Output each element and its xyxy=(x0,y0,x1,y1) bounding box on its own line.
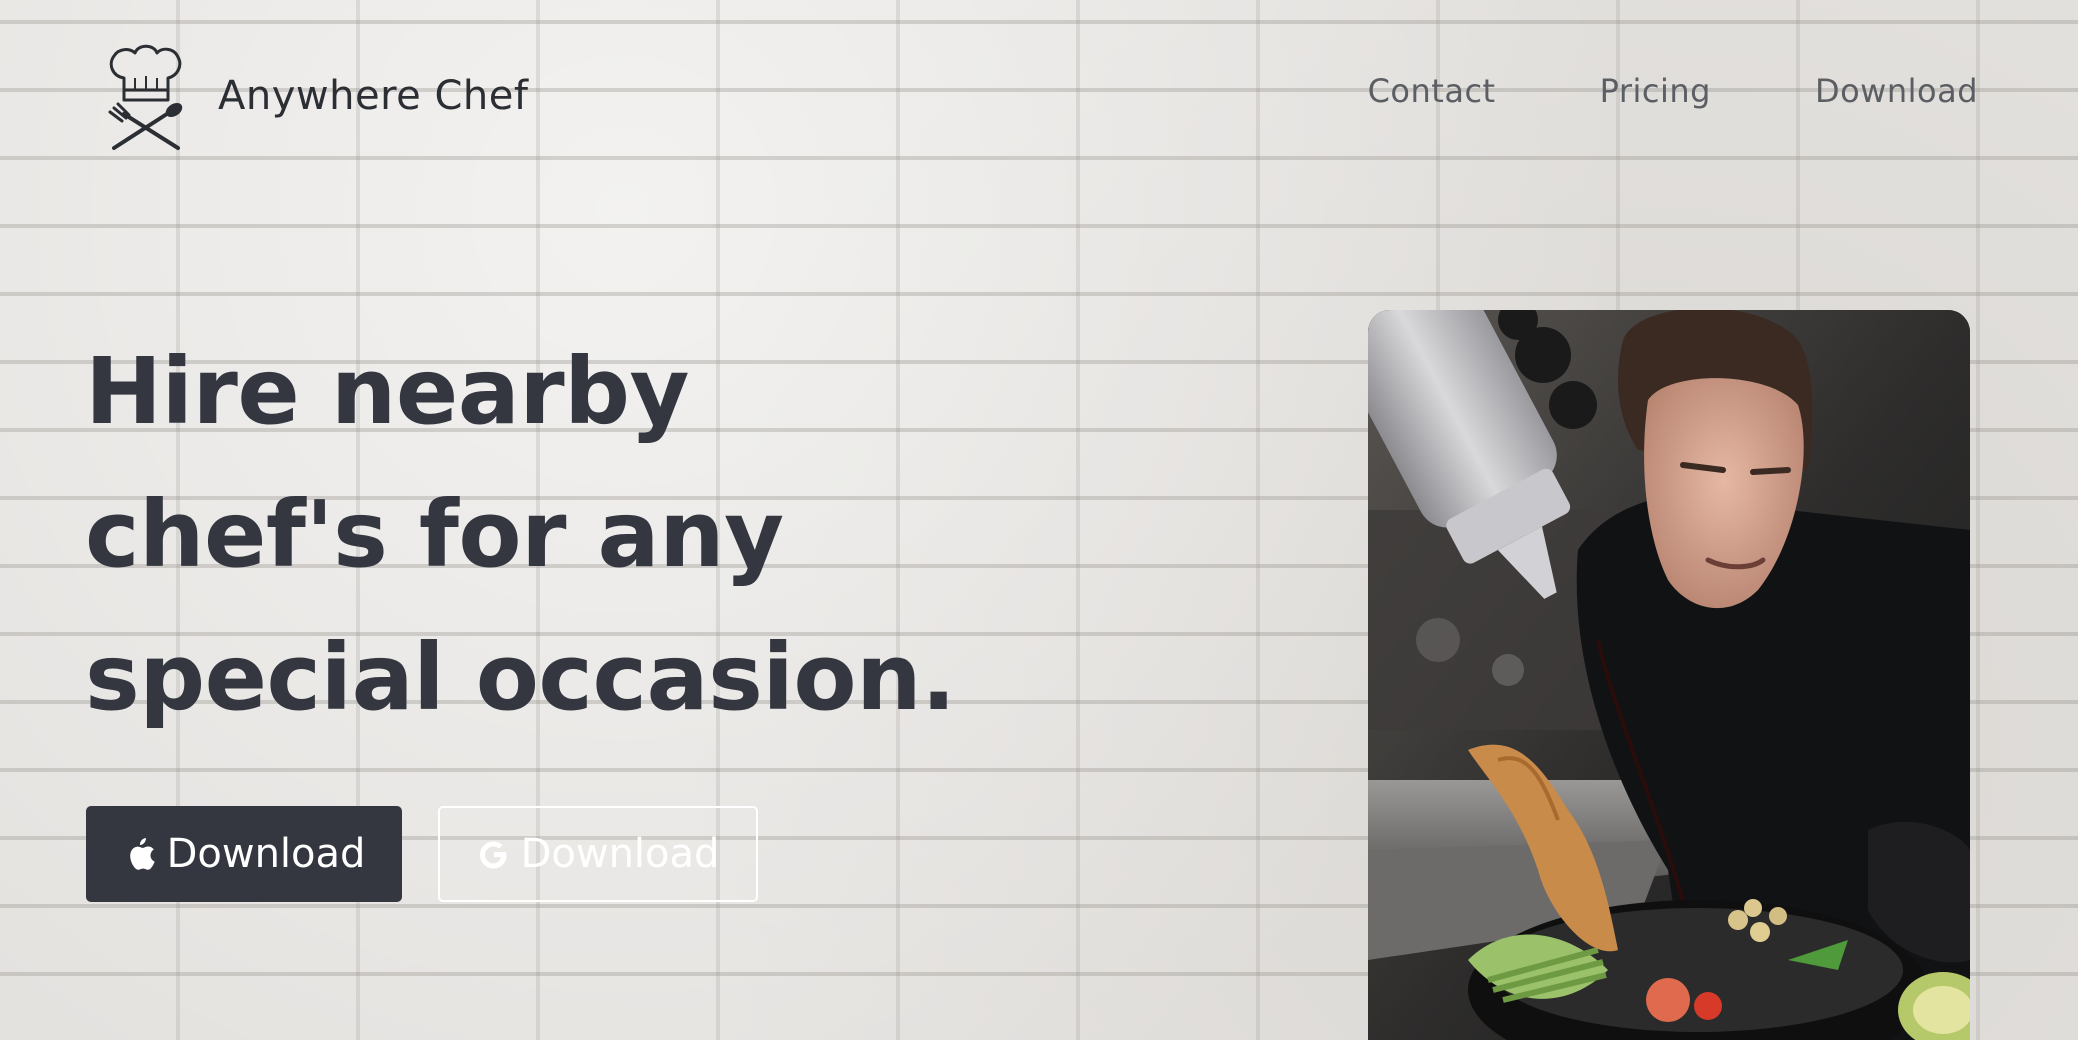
nav-download-link[interactable]: Download xyxy=(1815,72,1978,110)
hero-heading: Hire nearby chef's for any special occas… xyxy=(85,320,1185,749)
landing-page: Anywhere Chef Contact Pricing Download H… xyxy=(0,0,2078,1040)
brand-logo-link[interactable]: Anywhere Chef xyxy=(104,38,528,154)
nav-contact-link[interactable]: Contact xyxy=(1368,72,1496,110)
hero-heading-line: special occasion. xyxy=(85,624,956,731)
google-icon xyxy=(479,841,507,869)
chef-plating-food-photo xyxy=(1368,310,1970,1040)
apple-icon xyxy=(129,838,155,870)
hero-heading-line: Hire nearby xyxy=(85,338,690,445)
chef-hat-utensils-icon xyxy=(108,44,183,150)
download-buttons: Download Download xyxy=(86,806,758,902)
main-nav: Contact Pricing Download xyxy=(1264,72,1978,110)
nav-pricing-link[interactable]: Pricing xyxy=(1600,72,1711,110)
google-download-button[interactable]: Download xyxy=(438,806,758,902)
brand-name: Anywhere Chef xyxy=(218,73,529,119)
hero-heading-line: chef's for any xyxy=(85,481,784,588)
apple-download-label: Download xyxy=(166,831,366,877)
google-download-label: Download xyxy=(520,831,720,877)
apple-download-button[interactable]: Download xyxy=(86,806,402,902)
site-header: Anywhere Chef Contact Pricing Download xyxy=(0,0,2078,185)
